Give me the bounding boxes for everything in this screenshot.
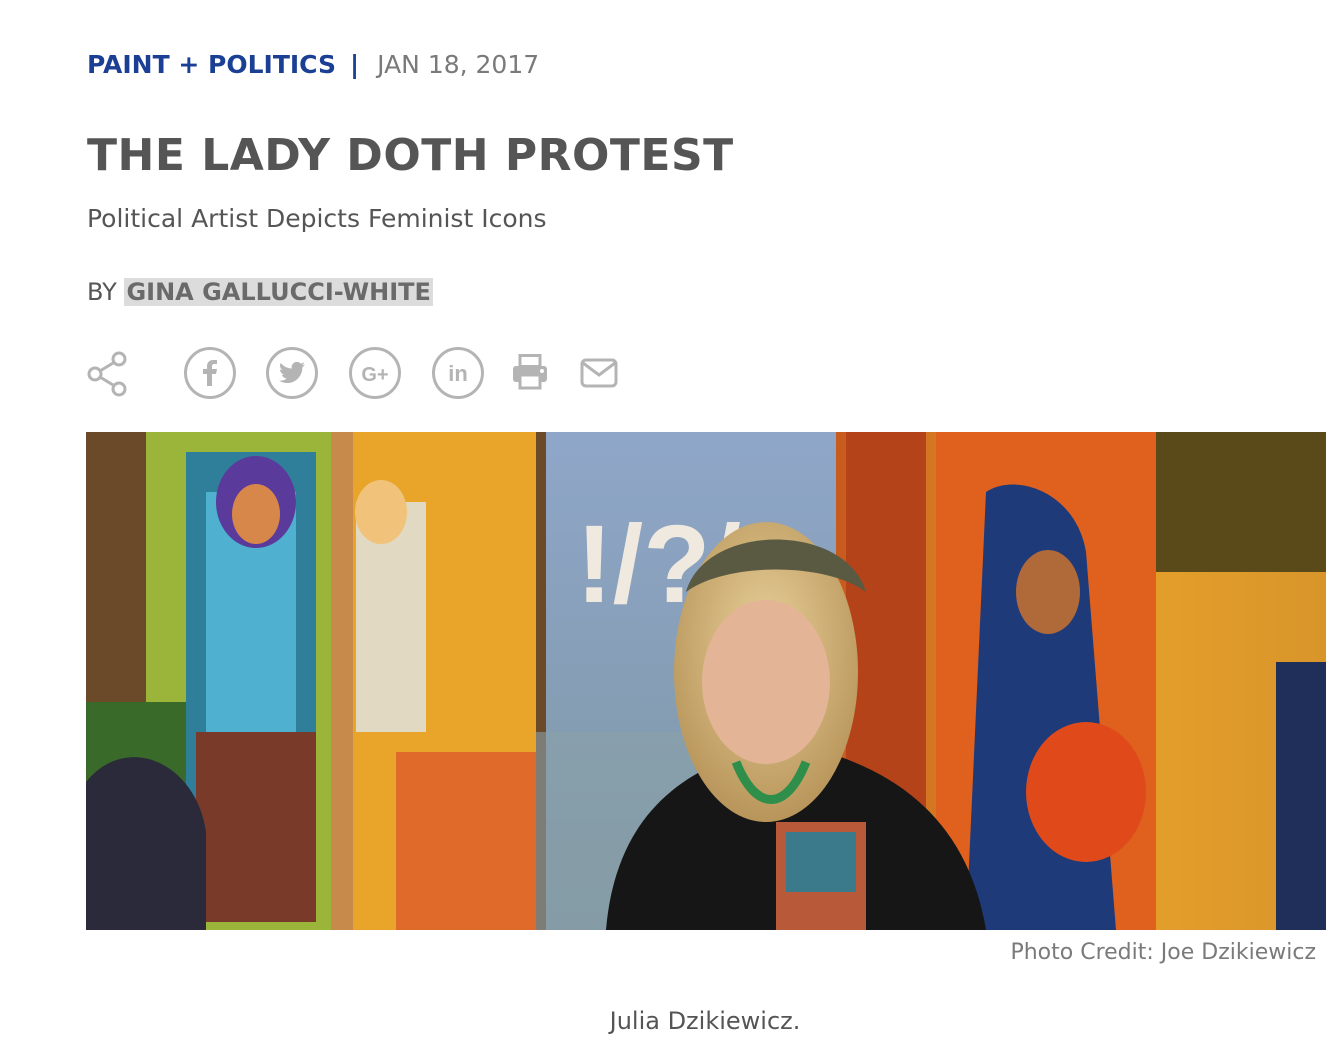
feature-photo: !/?/: [86, 432, 1326, 930]
article-subtitle: Political Artist Depicts Feminist Icons: [87, 204, 547, 233]
byline-prefix: BY: [87, 278, 117, 306]
linkedin-label: in: [448, 361, 468, 386]
author-link[interactable]: GINA GALLUCCI-WHITE: [124, 278, 433, 306]
article-title: THE LADY DOTH PROTEST: [87, 130, 734, 181]
category-link[interactable]: PAINT + POLITICS: [87, 50, 336, 79]
article-meta: PAINT + POLITICS | JAN 18, 2017: [87, 48, 539, 82]
linkedin-icon[interactable]: in: [432, 347, 484, 399]
publish-date: JAN 18, 2017: [377, 50, 540, 79]
meta-separator: |: [350, 50, 360, 79]
google-plus-icon[interactable]: G+: [349, 347, 401, 399]
twitter-icon[interactable]: [266, 347, 318, 399]
email-icon[interactable]: [580, 358, 618, 392]
print-icon[interactable]: [511, 354, 549, 394]
photo-caption: Julia Dzikiewicz.: [609, 1007, 801, 1035]
byline: BY GINA GALLUCCI-WHITE: [87, 274, 433, 310]
share-bar: G+ in: [86, 346, 646, 404]
google-plus-label: G+: [361, 364, 388, 385]
facebook-icon[interactable]: [184, 347, 236, 399]
photo-credit: Photo Credit: Joe Dzikiewicz: [1010, 940, 1316, 965]
share-icon[interactable]: [86, 350, 130, 402]
